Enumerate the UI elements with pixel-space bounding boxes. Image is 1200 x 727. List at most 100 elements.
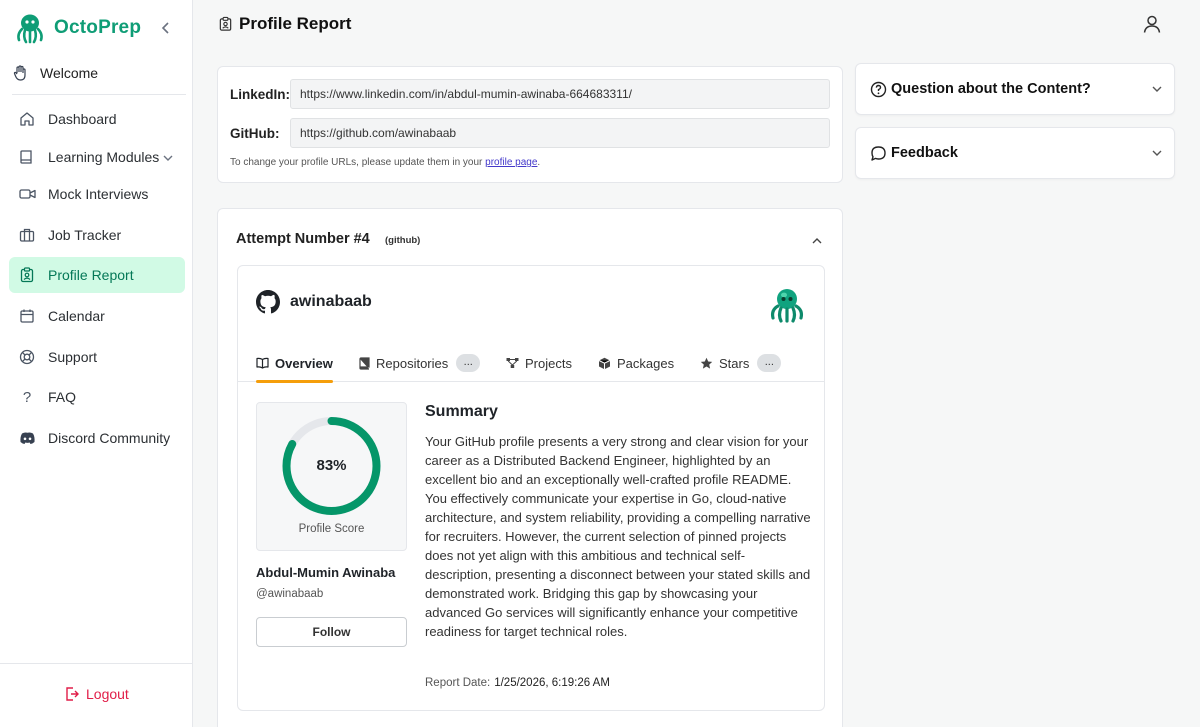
sidebar-item-calendar[interactable]: Calendar [9, 298, 185, 334]
sidebar-item-label: Dashboard [48, 111, 117, 127]
sidebar-item-label: Learning Modules [48, 149, 160, 165]
project-graph-icon [506, 357, 519, 369]
sidebar-item-learning-modules[interactable]: Learning Modules [9, 139, 185, 175]
chevron-left-icon [161, 22, 169, 34]
sidebar-item-job-tracker[interactable]: Job Tracker [9, 217, 185, 253]
attempt-title: Attempt Number #4 [236, 231, 370, 247]
tab-packages[interactable]: Packages [598, 344, 674, 382]
github-username: awinabaab [290, 293, 372, 310]
clipboard-user-icon [219, 16, 232, 31]
note-text: To change your profile URLs, please upda… [230, 157, 486, 168]
score-value: 83% [316, 457, 347, 474]
collapse-sidebar-button[interactable] [158, 18, 174, 38]
tab-label: Projects [525, 355, 572, 371]
tab-stars[interactable]: Stars ... [700, 344, 782, 382]
tab-projects[interactable]: Projects [506, 344, 572, 382]
tab-label: Packages [617, 355, 675, 371]
chevron-down-icon [1152, 144, 1162, 162]
calendar-icon [18, 307, 36, 325]
user-icon [1143, 15, 1161, 33]
video-icon [18, 185, 36, 203]
sidebar-item-label: FAQ [48, 389, 77, 405]
tab-label: Overview [275, 355, 333, 371]
sidebar-item-discord-community[interactable]: Discord Community [9, 420, 185, 456]
sidebar-item-label: Profile Report [48, 267, 134, 283]
sidebar-divider [12, 94, 186, 95]
profile-page-link[interactable]: profile page [485, 157, 537, 168]
tab-overview[interactable]: Overview [256, 344, 333, 383]
question-mark-icon: ? [22, 388, 32, 406]
sidebar-item-label: Calendar [48, 308, 105, 324]
tab-repositories[interactable]: Repositories ... [359, 344, 481, 382]
user-menu-button[interactable] [1141, 13, 1163, 35]
chevron-down-icon [1152, 80, 1162, 98]
sidebar-item-mock-interviews[interactable]: Mock Interviews [9, 176, 185, 212]
sidebar-item-profile-report[interactable]: Profile Report [9, 257, 185, 293]
chevron-down-icon [163, 149, 173, 165]
sidebar-item-label: Job Tracker [48, 227, 122, 243]
attempt-source-tag: (github) [385, 235, 421, 246]
book-icon [18, 148, 36, 166]
sidebar-item-label: Mock Interviews [48, 186, 149, 202]
profile-full-name: Abdul-Mumin Awinaba [256, 565, 396, 580]
page-title: Profile Report [239, 14, 352, 33]
logout-label: Logout [86, 686, 129, 702]
note-suffix: . [537, 157, 541, 168]
follow-button[interactable]: Follow [256, 617, 407, 647]
welcome-item[interactable]: Welcome [12, 60, 188, 86]
github-icon [256, 290, 280, 314]
accordion-label: Feedback [891, 145, 958, 161]
lifebuoy-icon [18, 348, 36, 366]
welcome-label: Welcome [40, 65, 99, 81]
sidebar: OctoPrep Welcome Dashboard Learning Modu… [0, 0, 193, 727]
help-circle-icon [869, 80, 887, 98]
summary-text: Your GitHub profile presents a very stro… [425, 434, 811, 639]
sidebar-item-support[interactable]: Support [9, 339, 185, 375]
repo-icon [359, 356, 370, 370]
linkedin-row: LinkedIn: [230, 87, 290, 102]
sidebar-item-label: Support [48, 349, 98, 365]
home-icon [18, 110, 36, 128]
linkedin-url-field: https://www.linkedin.com/in/abdul-mumin-… [290, 79, 830, 109]
report-date: Report Date: 1/25/2026, 6:19:26 AM [425, 677, 610, 689]
profile-score-box: 83% Profile Score [256, 402, 407, 551]
sidebar-item-faq[interactable]: ? FAQ [9, 379, 185, 415]
sidebar-divider [0, 663, 192, 664]
page-header: Profile Report [218, 13, 351, 35]
score-label: Profile Score [298, 523, 365, 535]
package-icon [598, 357, 611, 370]
open-book-icon [256, 357, 269, 369]
linkedin-label: LinkedIn: [230, 87, 290, 102]
tab-label: Repositories [376, 355, 449, 371]
summary-title: Summary [425, 403, 498, 420]
repositories-count-badge: ... [456, 354, 481, 372]
url-change-note: To change your profile URLs, please upda… [230, 157, 540, 168]
brand-name: OctoPrep [54, 17, 142, 38]
briefcase-icon [18, 226, 36, 244]
attempt-card: Attempt Number #4 (github) awinabaab Ove… [217, 208, 843, 727]
github-label: GitHub: [230, 126, 280, 141]
waving-hand-icon [13, 65, 26, 81]
logout-button[interactable]: Logout [64, 686, 129, 702]
profile-handle: @awinabaab [256, 588, 324, 600]
question-about-content-accordion[interactable]: Question about the Content? [855, 63, 1175, 115]
message-circle-icon [869, 144, 887, 162]
github-header: awinabaab [256, 290, 372, 314]
accordion-label: Question about the Content? [891, 81, 1091, 97]
sidebar-item-dashboard[interactable]: Dashboard [9, 101, 185, 137]
report-date-label: Report Date: [425, 677, 491, 689]
stars-count-badge: ... [757, 354, 782, 372]
clipboard-user-icon [18, 266, 36, 284]
feedback-accordion[interactable]: Feedback [855, 127, 1175, 179]
github-profile-card: awinabaab Overview Repositories ... Proj… [237, 265, 825, 711]
octopus-logo-icon [17, 14, 43, 44]
github-tabs: Overview Repositories ... Projects Packa… [238, 344, 824, 383]
star-icon [700, 357, 713, 370]
tab-label: Stars [719, 355, 750, 371]
sidebar-item-label: Discord Community [48, 430, 171, 446]
github-row: GitHub: [230, 126, 290, 141]
profile-urls-card: LinkedIn: https://www.linkedin.com/in/ab… [217, 66, 843, 183]
brand[interactable]: OctoPrep [14, 12, 141, 44]
collapse-attempt-button[interactable] [812, 232, 822, 250]
octopus-avatar-icon [770, 289, 804, 323]
